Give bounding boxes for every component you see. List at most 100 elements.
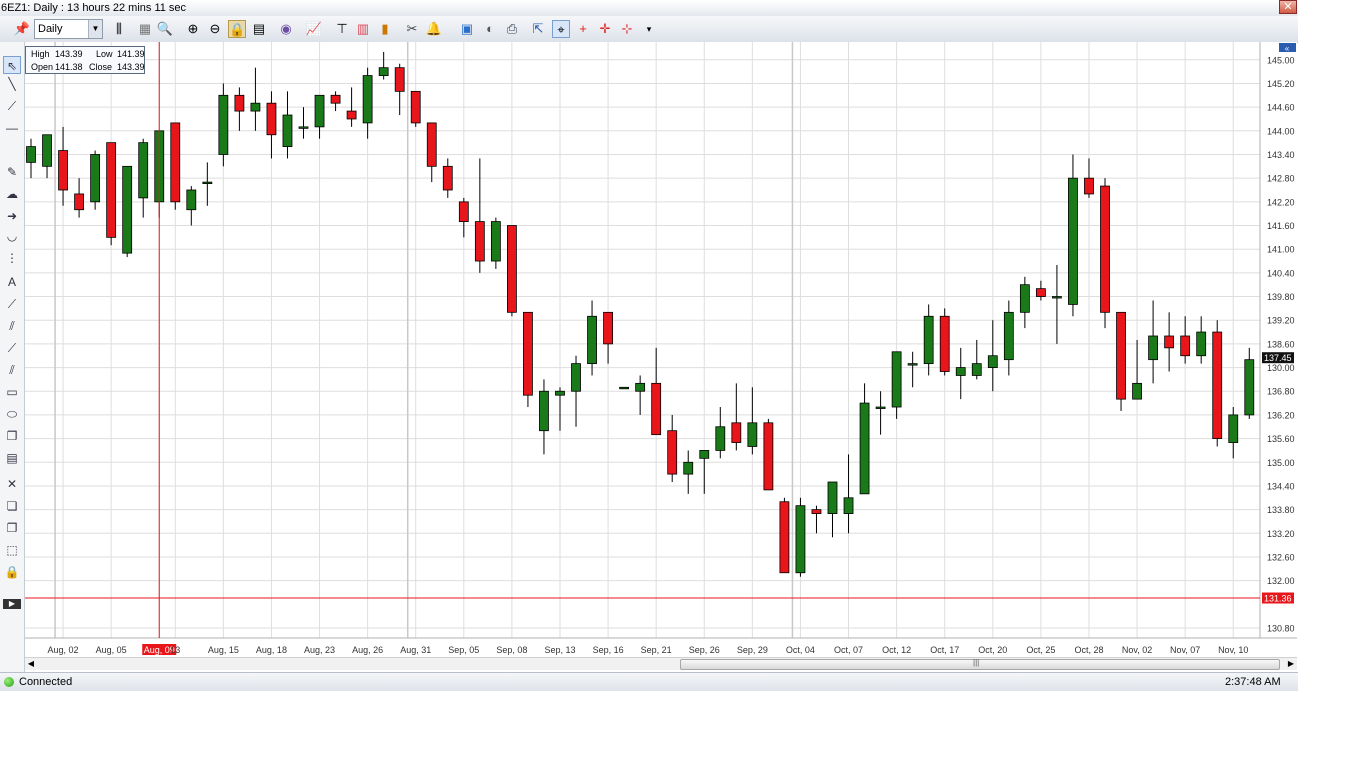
y-tick-label: 145.00 (1267, 55, 1295, 65)
y-tick-label: 138.60 (1267, 339, 1295, 349)
candle-body (907, 363, 918, 366)
y-tick-label: 145.20 (1267, 79, 1295, 89)
candle-body (827, 481, 838, 514)
y-tick-label: 141.00 (1267, 245, 1295, 255)
status-bar: Connected 2:37:48 AM (0, 672, 1298, 691)
chart-properties-icon[interactable]: ▤ (250, 20, 268, 38)
x-tick-label: Oct, 20 (978, 645, 1007, 655)
zoom-menu-icon[interactable]: 🔍 (156, 20, 174, 38)
cursor-crosshair-icon[interactable]: ⌖ (552, 20, 570, 38)
x-tick-label: Aug, 23 (304, 645, 335, 655)
x-tick-label: Sep, 05 (448, 645, 479, 655)
horizontal-scrollbar[interactable]: ◀ ||| ▶ (25, 657, 1297, 670)
trend-channel-icon[interactable]: ⟋ (3, 339, 21, 357)
arrow-tool-icon[interactable]: ➜ (3, 207, 21, 225)
pointer-tool-icon[interactable]: ⇖ (3, 56, 21, 74)
rectangle-tool-icon[interactable]: ▭ (3, 383, 21, 401)
cut-icon[interactable]: ✂ (403, 20, 421, 38)
x-tick-label: Sep, 13 (544, 645, 575, 655)
duplicate-tool-icon[interactable]: ❐ (3, 519, 21, 537)
candle-body (1132, 382, 1142, 400)
candle-body (1068, 177, 1078, 305)
indicators-icon[interactable]: 📈 (305, 20, 323, 38)
note-tool-icon[interactable]: ☁ (3, 185, 21, 203)
candle-body (875, 406, 886, 409)
x-tick-label: Sep, 08 (496, 645, 527, 655)
delete-tool-icon[interactable]: ✕ (3, 475, 21, 493)
horizontal-line-tool-icon[interactable]: — (3, 119, 21, 137)
strategies-icon[interactable]: ⊤ (333, 20, 351, 38)
zoom-in-icon[interactable]: ⊕ (184, 20, 202, 38)
timeframe-select[interactable]: Daily ▼ (34, 19, 103, 39)
x-tick-label: Aug, 31 (400, 645, 431, 655)
bar-sizes-icon[interactable]: ▥ (354, 20, 372, 38)
scroll-thumb[interactable]: ||| (680, 658, 1280, 670)
candle-body (859, 402, 870, 495)
expand-panel-icon[interactable]: ▶ (3, 599, 21, 609)
performance-icon[interactable]: ▮ (376, 20, 394, 38)
candle-body (523, 311, 533, 396)
candle-body (971, 363, 982, 376)
candle-body (26, 146, 36, 163)
ellipse-tool-icon[interactable]: ⬭ (3, 405, 21, 423)
alert-bell-icon[interactable]: 🔔 (425, 20, 443, 38)
candle-body (442, 165, 453, 191)
parallel-lines-icon[interactable]: ⫽ (3, 361, 21, 379)
bar-type-icon[interactable]: ⫼ (110, 20, 128, 38)
plot-area (25, 42, 1260, 657)
select-region-icon[interactable]: ⬚ (3, 541, 21, 559)
candle-body (1164, 335, 1175, 349)
candle-body (1196, 331, 1207, 357)
fibonacci-tool-icon[interactable]: ⋮ (3, 249, 21, 267)
x-tick-label: Aug, 02 (48, 645, 79, 655)
candle-body (266, 102, 277, 136)
x-tick-label: Aug, 05 (96, 645, 127, 655)
candle-body (58, 150, 68, 191)
copy-tool-icon[interactable]: ❐ (3, 427, 21, 445)
scroll-right-icon[interactable]: ▶ (1285, 658, 1297, 670)
global-crosshair-icon[interactable]: ✛ (596, 20, 614, 38)
x-tick-label: Sep, 26 (689, 645, 720, 655)
x-tick-label: Oct, 17 (930, 645, 959, 655)
book-icon[interactable]: ▣ (458, 20, 476, 38)
y-tick-label: 142.80 (1267, 174, 1295, 184)
lock-scale-icon[interactable]: 🔒 (228, 20, 246, 38)
zoom-out-icon[interactable]: ⊖ (206, 20, 224, 38)
line-tool-icon[interactable]: ╲ (3, 75, 21, 93)
candle-body (394, 67, 405, 92)
blank-chart-icon[interactable]: ▦ (136, 20, 154, 38)
more-arrow-icon[interactable]: ▾ (640, 20, 658, 38)
gann-fan-icon[interactable]: ⟋ (3, 295, 21, 313)
candle-body (923, 315, 934, 365)
scroll-left-icon[interactable]: ◀ (25, 658, 37, 670)
ray-tool-icon[interactable]: ⟋ (3, 97, 21, 115)
pointer-icon[interactable]: ⇱ (529, 20, 547, 38)
andrews-pitchfork-icon[interactable]: A (3, 273, 21, 291)
x-tick-label: Aug, 18 (256, 645, 287, 655)
template-tool-icon[interactable]: ▤ (3, 449, 21, 467)
horizontal-crosshair-icon[interactable]: ⊹ (618, 20, 636, 38)
y-tick-label: 144.00 (1267, 126, 1295, 136)
print-icon[interactable]: ⎙ (503, 20, 521, 38)
x-tick-label: Aug, 15 (208, 645, 239, 655)
price-chart[interactable]: 145.00 145.20 144.60 144.00 143.40 142.80 142.… (25, 42, 1297, 657)
open-label: Open (31, 62, 54, 72)
data-series-icon[interactable]: ◉ (277, 20, 295, 38)
layers-tool-icon[interactable]: ❏ (3, 497, 21, 515)
close-button[interactable]: ✕ (1279, 0, 1297, 14)
chart-trader-icon[interactable]: ◐ (481, 20, 499, 38)
y-tick-label: 140.40 (1267, 268, 1295, 278)
regression-channel-icon[interactable]: ⫽ (3, 317, 21, 335)
y-tick-label: 130.80 (1267, 624, 1295, 634)
pin-icon[interactable]: 📌 (13, 20, 31, 38)
text-tool-icon[interactable]: ✎ (3, 163, 21, 181)
chevron-down-icon[interactable]: ▼ (88, 20, 102, 38)
crosshair-icon[interactable]: + (574, 20, 592, 38)
y-tick-label: 132.00 (1267, 576, 1295, 586)
arc-tool-icon[interactable]: ◡ (3, 227, 21, 245)
candle-body (426, 122, 437, 167)
x-tick-label: Nov, 10 (1218, 645, 1248, 655)
lock-tool-icon[interactable]: 🔒 (3, 563, 21, 581)
y-tick-label: 142.20 (1267, 197, 1295, 207)
candle-body (138, 142, 149, 199)
